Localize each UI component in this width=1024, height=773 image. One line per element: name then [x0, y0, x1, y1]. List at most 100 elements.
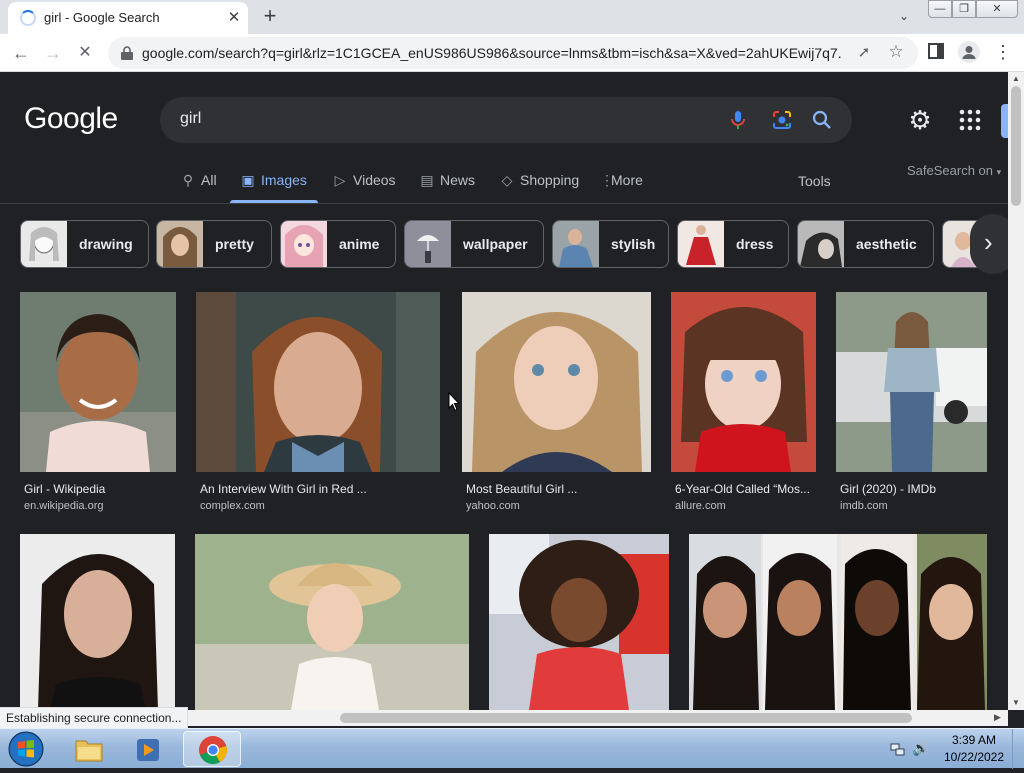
result-source[interactable]: allure.com [675, 500, 726, 512]
chip-label: dress [736, 236, 774, 252]
chip-thumbnail [553, 221, 599, 267]
tab-more[interactable]: ⋮More [600, 172, 643, 192]
window-restore-button[interactable]: ❐ [952, 0, 976, 18]
result-source[interactable]: en.wikipedia.org [24, 500, 104, 512]
address-bar[interactable]: google.com/search?q=girl&rlz=1C1GCEA_enU… [108, 37, 918, 69]
result-title[interactable]: 6-Year-Old Called “Mos... [675, 482, 810, 496]
image-result[interactable] [20, 534, 175, 710]
chip-drawing[interactable]: drawing [20, 220, 149, 268]
stop-loading-button[interactable]: ✕ [72, 40, 98, 66]
safesearch-dropdown[interactable]: SafeSearch on ▾ [907, 163, 1001, 178]
clock-time[interactable]: 3:39 AM [944, 733, 1004, 747]
loading-spinner-icon [20, 10, 36, 26]
scroll-right-arrow-icon[interactable]: ▶ [994, 712, 1001, 723]
search-icon[interactable] [810, 108, 834, 132]
tab-search-chevron-icon[interactable]: ⌄ [894, 6, 914, 26]
chip-aesthetic[interactable]: aesthetic [797, 220, 934, 268]
result-image[interactable] [671, 292, 816, 472]
tab-close-icon[interactable]: ✕ [224, 8, 244, 28]
windows-start-button[interactable] [4, 730, 48, 768]
browser-tab[interactable]: girl - Google Search ✕ [8, 2, 248, 34]
browser-menu-icon[interactable]: ⋮ [994, 40, 1012, 64]
chip-wallpaper[interactable]: wallpaper [404, 220, 544, 268]
image-result[interactable]: Girl (2020) - IMDb imdb.com [836, 292, 987, 516]
google-apps-grid-icon[interactable] [958, 108, 982, 132]
vertical-scroll-thumb[interactable] [1011, 86, 1021, 206]
tab-videos[interactable]: ▷ Videos [332, 172, 396, 192]
scroll-down-arrow-icon[interactable]: ▼ [1012, 698, 1020, 707]
tab-shopping[interactable]: ◇ Shopping [499, 172, 580, 192]
tab-images[interactable]: ▣ Images [240, 172, 307, 192]
result-image[interactable] [20, 534, 175, 710]
google-logo[interactable]: Google [24, 102, 118, 136]
image-result[interactable]: 6-Year-Old Called “Mos... allure.com [671, 292, 816, 516]
microphone-icon[interactable] [726, 108, 750, 132]
image-result[interactable]: Girl - Wikipedia en.wikipedia.org [20, 292, 176, 516]
search-input[interactable]: girl [180, 110, 201, 128]
lock-icon[interactable] [120, 45, 134, 61]
result-source[interactable]: complex.com [200, 500, 265, 512]
window-close-button[interactable]: ✕ [976, 0, 1018, 18]
result-title[interactable]: Most Beautiful Girl ... [466, 482, 577, 496]
show-desktop-button[interactable] [1012, 729, 1024, 769]
result-image[interactable] [195, 534, 469, 710]
result-image[interactable] [462, 292, 651, 472]
tab-news[interactable]: ▤ News [419, 172, 475, 192]
side-panel-icon[interactable] [928, 43, 944, 59]
image-result[interactable] [195, 534, 469, 710]
chip-anime[interactable]: anime [280, 220, 396, 268]
vertical-scrollbar[interactable]: ▲ ▼ [1008, 72, 1024, 710]
forward-button[interactable]: → [40, 40, 66, 66]
chip-thumbnail [798, 221, 844, 267]
sign-in-button[interactable] [1001, 104, 1008, 138]
tools-button[interactable]: Tools [798, 173, 831, 189]
scroll-up-arrow-icon[interactable]: ▲ [1012, 74, 1020, 83]
search-box[interactable]: girl [160, 97, 852, 143]
result-image[interactable] [836, 292, 987, 472]
window-minimize-button[interactable]: — [928, 0, 952, 18]
result-source[interactable]: imdb.com [840, 500, 888, 512]
profile-avatar-icon[interactable] [958, 41, 980, 63]
chip-dress[interactable]: dress [677, 220, 789, 268]
chip-label: wallpaper [463, 236, 528, 252]
clock-date[interactable]: 10/22/2022 [940, 750, 1008, 764]
chip-thumbnail [157, 221, 203, 267]
taskbar-chrome-button[interactable] [183, 731, 241, 767]
back-button[interactable]: ← [8, 40, 34, 66]
result-image[interactable] [689, 534, 987, 710]
taskbar-media-player-button[interactable] [120, 731, 178, 767]
url-text[interactable]: google.com/search?q=girl&rlz=1C1GCEA_enU… [142, 45, 842, 61]
tab-strip: girl - Google Search ✕ + ⌄ — ❐ ✕ [0, 0, 1024, 34]
network-icon[interactable] [890, 741, 906, 757]
tab-all[interactable]: ⚲ All [180, 172, 217, 192]
chip-stylish[interactable]: stylish [552, 220, 669, 268]
chip-pretty[interactable]: pretty [156, 220, 272, 268]
image-result[interactable]: Most Beautiful Girl ... yahoo.com [462, 292, 651, 516]
horizontal-scroll-thumb[interactable] [340, 713, 912, 723]
share-icon[interactable]: ➚ [854, 43, 874, 63]
image-result[interactable] [489, 534, 669, 710]
result-image[interactable] [20, 292, 176, 472]
result-title[interactable]: Girl - Wikipedia [24, 482, 105, 496]
settings-gear-icon[interactable]: ⚙ [906, 106, 934, 134]
result-image[interactable] [196, 292, 440, 472]
image-result[interactable] [689, 534, 987, 710]
taskbar-explorer-button[interactable] [60, 731, 118, 767]
new-tab-button[interactable]: + [258, 4, 282, 28]
google-lens-icon[interactable] [770, 108, 794, 132]
result-source[interactable]: yahoo.com [466, 500, 520, 512]
google-images-page: Google girl ⚙ ⚲ All ▣ Images ▷ Videos ▤ … [0, 72, 1008, 710]
result-image[interactable] [489, 534, 669, 710]
mouse-cursor-icon [448, 392, 460, 412]
image-result[interactable]: An Interview With Girl in Red ... comple… [196, 292, 440, 516]
result-title[interactable]: Girl (2020) - IMDb [840, 482, 936, 496]
chips-next-arrow-icon[interactable]: › [970, 214, 1008, 274]
browser-chrome: girl - Google Search ✕ + ⌄ — ❐ ✕ ← → ✕ g… [0, 0, 1024, 72]
safesearch-label: SafeSearch on [907, 163, 994, 178]
chip-label: aesthetic [856, 236, 917, 252]
bookmark-star-icon[interactable]: ☆ [886, 42, 906, 62]
result-title[interactable]: An Interview With Girl in Red ... [200, 482, 367, 496]
chip-thumbnail [21, 221, 67, 267]
chip-label: anime [339, 236, 380, 252]
volume-icon[interactable]: 🔊 [912, 740, 930, 758]
